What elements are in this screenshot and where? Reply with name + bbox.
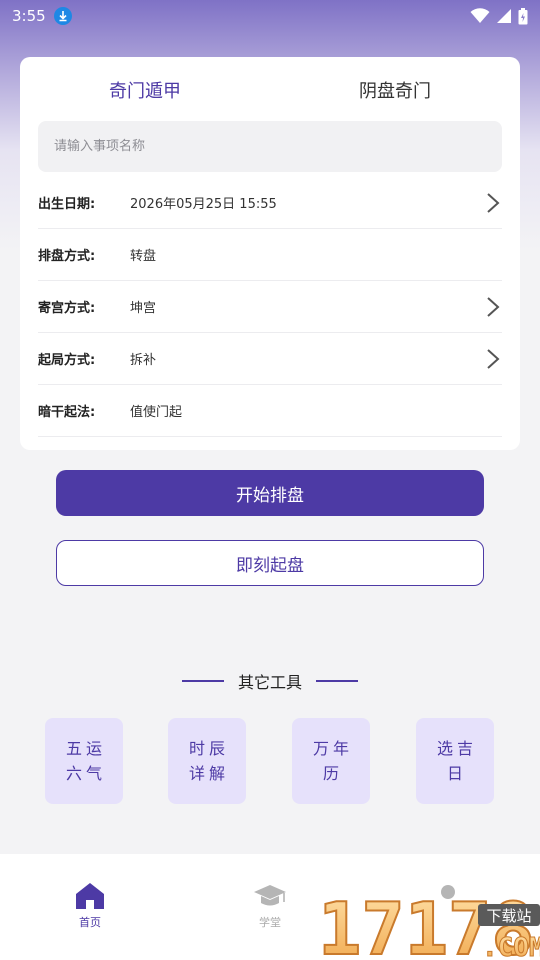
row-value: 2026年05月25日 15:55	[130, 197, 277, 212]
tool-label-line2: 历	[322, 764, 343, 783]
tool-xuanjiri[interactable]: 选吉日	[416, 718, 494, 804]
row-label: 排盘方式:	[38, 249, 96, 264]
row-label: 出生日期:	[38, 197, 96, 212]
form-row-layout-method[interactable]: 排盘方式: 转盘	[38, 229, 502, 281]
home-icon	[76, 883, 104, 909]
tool-label-line2: 详解	[188, 764, 229, 783]
row-value: 拆补	[130, 353, 157, 368]
nav-item-school[interactable]: 学堂	[230, 882, 310, 942]
settings-card: 奇门遁甲 阴盘奇门 出生日期: 2026年05月25日 15:55 排盘方式: …	[20, 57, 520, 450]
row-label: 起局方式:	[38, 353, 96, 368]
divider	[181, 680, 224, 682]
tool-wuyun-liuqi[interactable]: 五运 六气	[45, 718, 123, 804]
graduation-cap-icon	[254, 885, 286, 906]
nav-label: 学堂	[259, 916, 281, 929]
nav-item-home[interactable]: 首页	[50, 882, 130, 942]
chevron-right-icon	[487, 348, 500, 369]
instant-chart-button[interactable]: 即刻起盘	[56, 540, 484, 586]
row-value: 坤宫	[130, 301, 157, 316]
chevron-right-icon	[487, 192, 500, 213]
watermark-logo: 17178 下载站 .COM	[316, 880, 540, 960]
tool-label-line2: 六气	[65, 764, 106, 783]
tool-shichen-xiangjie[interactable]: 时辰 详解	[168, 718, 246, 804]
wifi-icon	[470, 8, 490, 23]
status-bar: 3:55	[0, 0, 540, 32]
row-label: 寄宫方式:	[38, 301, 96, 316]
tool-label-line1: 万年	[312, 739, 353, 758]
row-value: 转盘	[130, 249, 157, 264]
tool-label-line1: 选吉	[436, 739, 477, 758]
battery-icon	[518, 7, 528, 24]
watermark-badge: 下载站	[486, 907, 531, 925]
tool-label-line2: 日	[446, 764, 467, 783]
start-chart-button[interactable]: 开始排盘	[56, 470, 484, 516]
divider	[316, 680, 358, 682]
row-value: 值使门起	[130, 405, 183, 420]
form-row-palace-method[interactable]: 寄宫方式: 坤宫	[38, 281, 502, 333]
nav-label: 首页	[79, 916, 101, 929]
form-row-start-method[interactable]: 起局方式: 拆补	[38, 333, 502, 385]
tool-label-line1: 时辰	[188, 739, 229, 758]
form-row-birth-date[interactable]: 出生日期: 2026年05月25日 15:55	[38, 177, 502, 229]
row-label: 暗干起法:	[38, 405, 96, 420]
event-name-input[interactable]	[38, 121, 502, 172]
download-icon	[53, 7, 72, 25]
status-time: 3:55	[12, 7, 46, 25]
watermark-suffix: .COM	[482, 933, 540, 960]
form-row-hidden-stem-method[interactable]: 暗干起法: 值使门起	[38, 385, 502, 437]
tab-qimen-dunjia[interactable]: 奇门遁甲	[45, 77, 245, 103]
tools-title: 其它工具	[237, 673, 302, 692]
tool-label-line1: 五运	[65, 739, 106, 758]
chevron-right-icon	[487, 296, 500, 317]
tools-section-header: 其它工具	[0, 668, 540, 694]
tab-yinpan-qimen[interactable]: 阴盘奇门	[295, 77, 495, 103]
signal-icon	[497, 9, 511, 23]
tool-wannianli[interactable]: 万年历	[292, 718, 370, 804]
